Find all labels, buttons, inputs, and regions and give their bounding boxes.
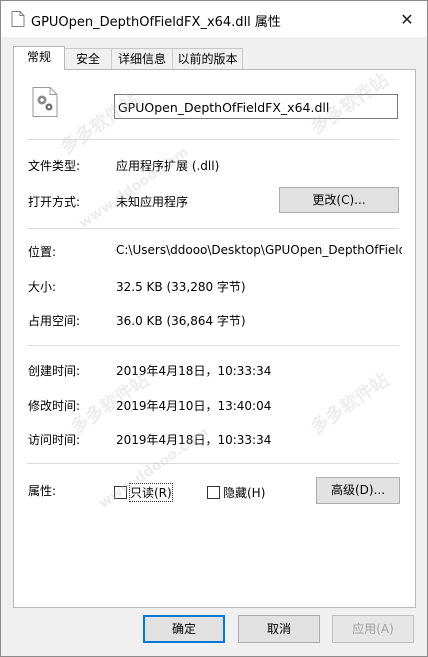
dll-settings-icon xyxy=(32,87,58,117)
file-name-field[interactable]: GPUOpen_DepthOfFieldFX_x64.dll xyxy=(114,94,398,119)
tab-general[interactable]: 常规 xyxy=(13,46,65,70)
location-label: 位置: xyxy=(28,245,57,259)
disk-size-value: 36.0 KB (36,864 字节) xyxy=(116,314,246,328)
size-value: 32.5 KB (33,280 字节) xyxy=(116,280,246,294)
divider xyxy=(27,228,399,229)
attributes-label: 属性: xyxy=(28,484,57,498)
size-label: 大小: xyxy=(28,280,57,294)
tab-security[interactable]: 安全 xyxy=(64,48,112,69)
close-icon: ✕ xyxy=(400,9,414,29)
disk-size-label: 占用空间: xyxy=(28,314,81,328)
watermark-text: 多多软件站 xyxy=(306,369,393,439)
opens-with-label: 打开方式: xyxy=(28,195,81,209)
hidden-label: 隐藏(H) xyxy=(223,486,266,500)
opens-with-value: 未知应用程序 xyxy=(116,195,189,209)
readonly-checkbox[interactable]: 只读(R) xyxy=(114,483,173,502)
file-icon xyxy=(11,11,25,27)
location-value: C:\Users\ddooo\Desktop\GPUOpen_DepthOfFi… xyxy=(116,243,402,257)
tab-details[interactable]: 详细信息 xyxy=(111,48,173,69)
readonly-label: 只读(R) xyxy=(129,483,173,502)
accessed-value: 2019年4月18日，10:33:34 xyxy=(116,433,272,447)
change-button[interactable]: 更改(C)... xyxy=(279,187,399,213)
modified-label: 修改时间: xyxy=(28,399,81,413)
apply-button[interactable]: 应用(A) xyxy=(332,615,414,643)
window-title: GPUOpen_DepthOfFieldFX_x64.dll 属性 xyxy=(31,15,281,30)
tab-previous-versions[interactable]: 以前的版本 xyxy=(172,48,243,69)
ok-button[interactable]: 确定 xyxy=(143,615,225,643)
created-value: 2019年4月18日，10:33:34 xyxy=(116,364,272,378)
file-type-value: 应用程序扩展 (.dll) xyxy=(116,159,220,173)
divider xyxy=(27,345,399,346)
checkbox-box[interactable] xyxy=(207,486,220,499)
divider xyxy=(27,463,399,464)
close-button[interactable]: ✕ xyxy=(387,1,427,37)
created-label: 创建时间: xyxy=(28,364,81,378)
checkbox-box[interactable] xyxy=(114,486,127,499)
accessed-label: 访问时间: xyxy=(28,433,81,447)
modified-value: 2019年4月10日，13:40:04 xyxy=(116,399,272,413)
general-panel: GPUOpen_DepthOfFieldFX_x64.dll 文件类型: 应用程… xyxy=(13,69,416,608)
file-type-label: 文件类型: xyxy=(28,159,81,173)
cancel-button[interactable]: 取消 xyxy=(238,615,320,643)
hidden-checkbox[interactable]: 隐藏(H) xyxy=(207,484,265,501)
title-bar[interactable]: GPUOpen_DepthOfFieldFX_x64.dll 属性 ✕ xyxy=(1,1,427,37)
advanced-button[interactable]: 高级(D)... xyxy=(316,477,400,504)
divider xyxy=(27,139,399,140)
properties-dialog: GPUOpen_DepthOfFieldFX_x64.dll 属性 ✕ 常规 安… xyxy=(0,0,428,657)
